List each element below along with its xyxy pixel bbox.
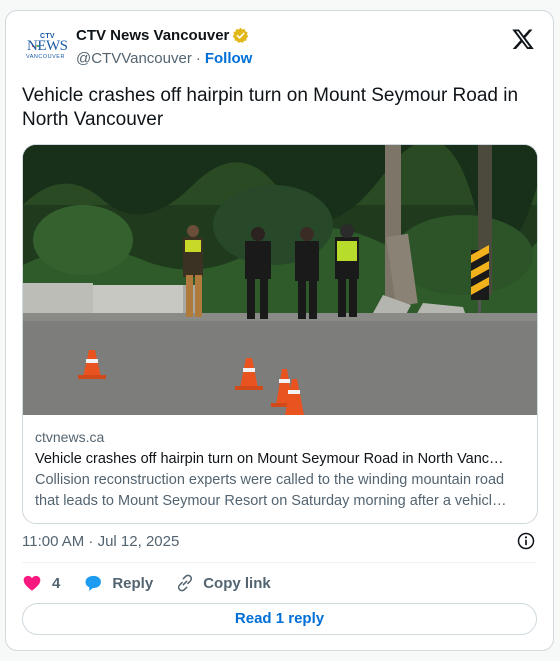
like-button[interactable]: 4 (22, 573, 60, 593)
reply-bubble-icon (85, 575, 102, 591)
account-handle[interactable]: @CTVVancouver (76, 50, 192, 67)
follow-button[interactable]: Follow (205, 50, 253, 67)
copy-link-label: Copy link (203, 574, 271, 592)
name-row: CTV News Vancouver (76, 27, 249, 44)
link-icon (178, 574, 193, 592)
ctv-news-vancouver-logo[interactable]: CTV NEWS VANCOUVER (26, 33, 68, 63)
handle-row: @CTVVancouver · Follow (76, 50, 252, 67)
x-logo-icon[interactable] (511, 27, 535, 51)
tweet-timestamp[interactable]: 11:00 AM · Jul 12, 2025 (22, 533, 179, 550)
link-meta: ctvnews.ca Vehicle crashes off hairpin t… (35, 429, 529, 512)
heart-icon (23, 575, 41, 591)
logo-wordmark: NEWS (27, 38, 68, 54)
reply-button[interactable]: Reply (82, 573, 153, 593)
like-count: 4 (52, 574, 61, 592)
verified-badge-icon (233, 27, 249, 43)
link-description: Collision reconstruction experts were ca… (35, 472, 507, 509)
handle-separator: · (195, 50, 201, 67)
reply-label: Reply (112, 574, 154, 592)
read-reply-button[interactable]: Read 1 reply (22, 603, 537, 635)
crash-scene-photo[interactable] (23, 145, 538, 415)
link-title[interactable]: Vehicle crashes off hairpin turn on Moun… (35, 451, 529, 467)
display-name[interactable]: CTV News Vancouver (76, 27, 229, 44)
tweet-header: CTV NEWS VANCOUVER CTV News Vancouver @C… (22, 25, 537, 71)
copy-link-button[interactable]: Copy link (175, 573, 271, 593)
tweet-embed-card: CTV NEWS VANCOUVER CTV News Vancouver @C… (5, 10, 554, 651)
logo-city: VANCOUVER (26, 54, 65, 60)
link-domain[interactable]: ctvnews.ca (35, 429, 529, 447)
tweet-text: Vehicle crashes off hairpin turn on Moun… (22, 85, 519, 130)
link-preview-card[interactable]: ctvnews.ca Vehicle crashes off hairpin t… (22, 144, 538, 524)
info-icon[interactable] (516, 531, 536, 551)
tweet-actions: 4 Reply Copy link (22, 570, 293, 596)
divider (22, 562, 537, 563)
